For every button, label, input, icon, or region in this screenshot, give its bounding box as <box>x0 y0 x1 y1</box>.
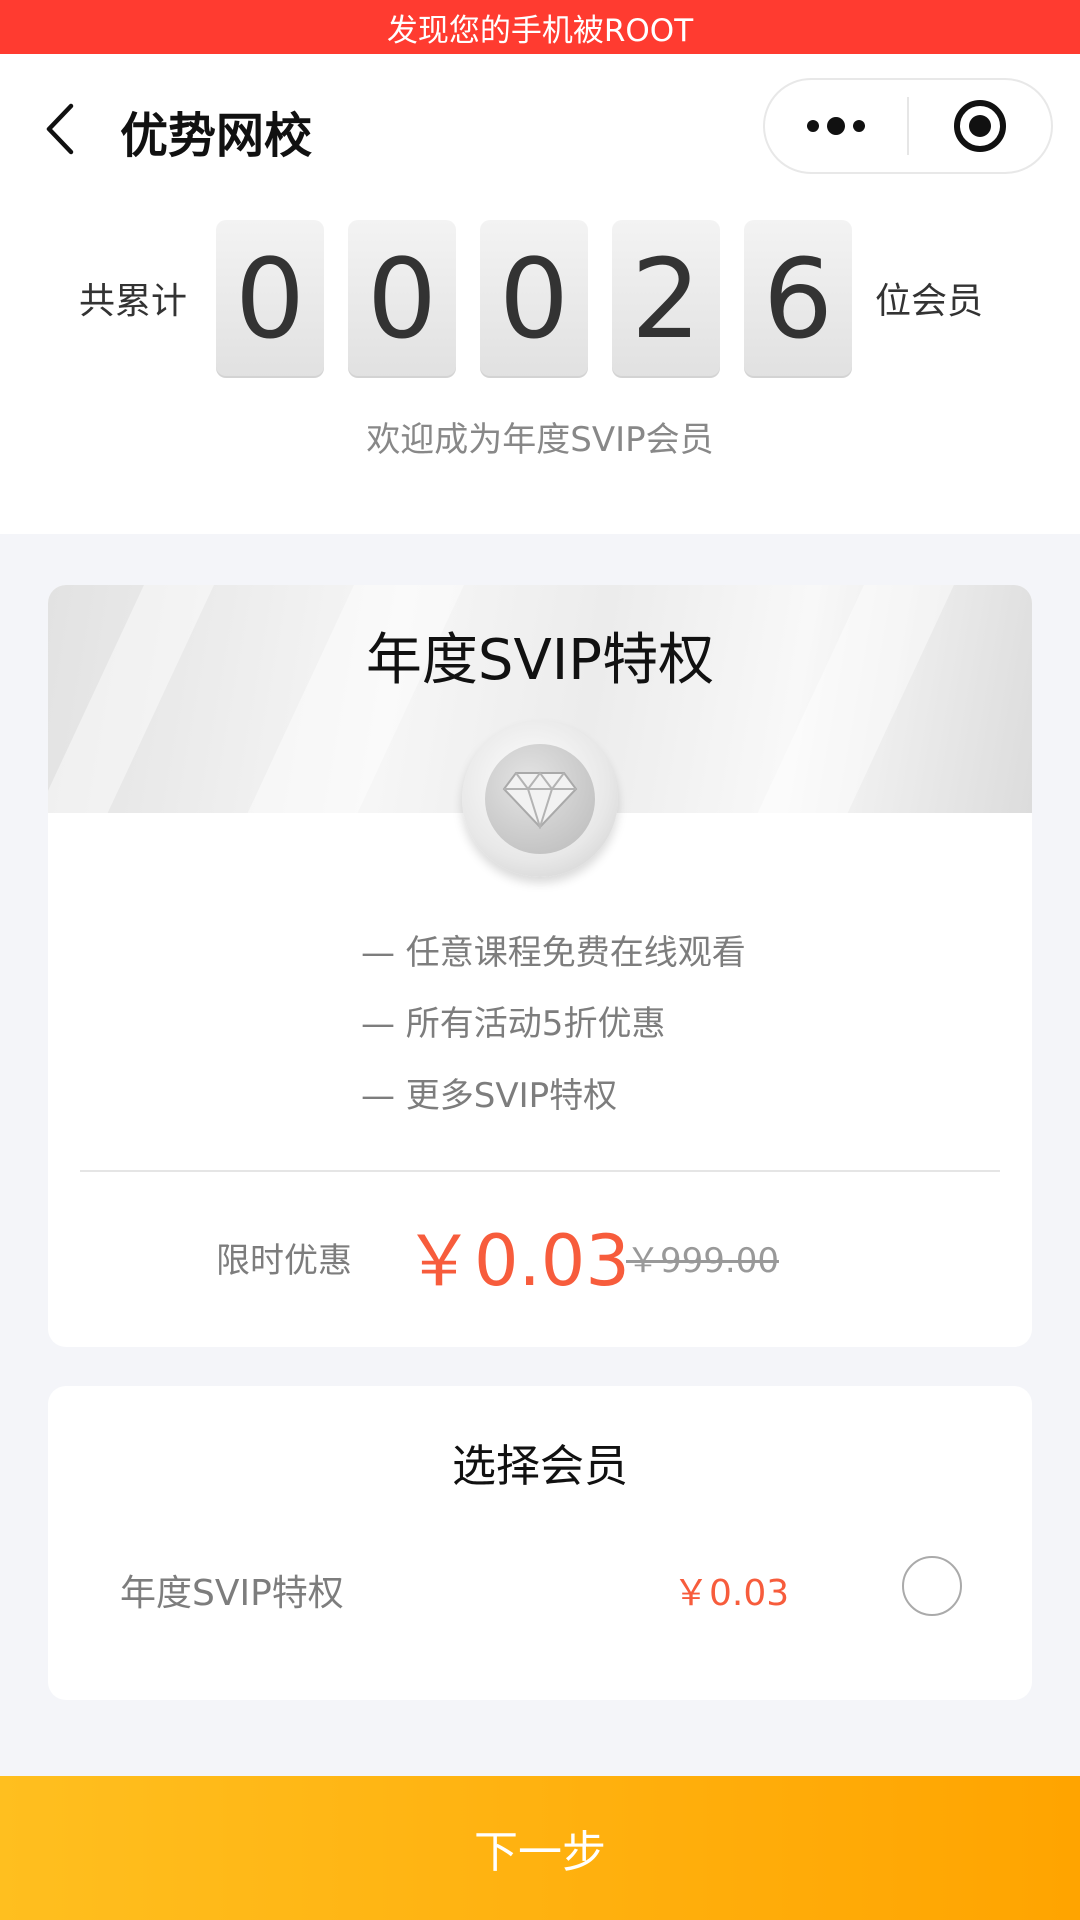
current-price: ￥0.03 <box>404 1220 630 1302</box>
privilege-card: 年度SVIP特权 — 任意课程免费在线观看 — 所有活动5折优惠 — 更多SVI… <box>48 585 1032 1347</box>
option-radio[interactable] <box>902 1556 962 1616</box>
counter-suffix: 位会员 <box>875 281 984 322</box>
counter-digit: 0 <box>216 220 324 378</box>
navigation-bar: 优势网校 <box>0 54 1080 200</box>
mini-program-capsule <box>763 78 1053 174</box>
root-warning-banner: 发现您的手机被ROOT <box>0 0 1080 54</box>
diamond-medal-icon <box>462 721 618 877</box>
back-button[interactable] <box>30 94 90 164</box>
counter-digit: 6 <box>744 220 852 378</box>
welcome-text: 欢迎成为年度SVIP会员 <box>366 420 714 460</box>
membership-option[interactable]: 年度SVIP特权 ￥0.03 <box>48 1534 1032 1634</box>
select-title: 选择会员 <box>452 1441 628 1492</box>
target-circle-icon <box>953 100 1006 152</box>
more-menu-button[interactable] <box>765 80 907 172</box>
benefit-item: — 更多SVIP特权 <box>361 1076 618 1116</box>
counter-digit: 0 <box>480 220 588 378</box>
original-price: ￥999.00 <box>626 1241 779 1281</box>
chevron-left-icon <box>46 103 74 155</box>
counter-prefix: 共累计 <box>79 281 188 322</box>
membership-select-card: 选择会员 年度SVIP特权 ￥0.03 <box>48 1386 1032 1700</box>
divider <box>80 1170 1000 1172</box>
next-button[interactable]: 下一步 <box>0 1776 1080 1920</box>
option-name: 年度SVIP特权 <box>120 1573 344 1614</box>
counter-digit: 0 <box>348 220 456 378</box>
benefit-item: — 所有活动5折优惠 <box>361 1004 666 1044</box>
member-counter-section: 共累计 0 0 0 2 6 位会员 欢迎成为年度SVIP会员 <box>0 200 1080 534</box>
price-label: 限时优惠 <box>216 1241 352 1281</box>
counter-digit: 2 <box>612 220 720 378</box>
option-price: ￥0.03 <box>673 1573 790 1614</box>
page-title: 优势网校 <box>120 108 313 164</box>
more-dots-icon <box>807 117 865 135</box>
close-mini-program-button[interactable] <box>909 80 1051 172</box>
privilege-title: 年度SVIP特权 <box>365 628 715 693</box>
benefit-item: — 任意课程免费在线观看 <box>361 933 746 973</box>
